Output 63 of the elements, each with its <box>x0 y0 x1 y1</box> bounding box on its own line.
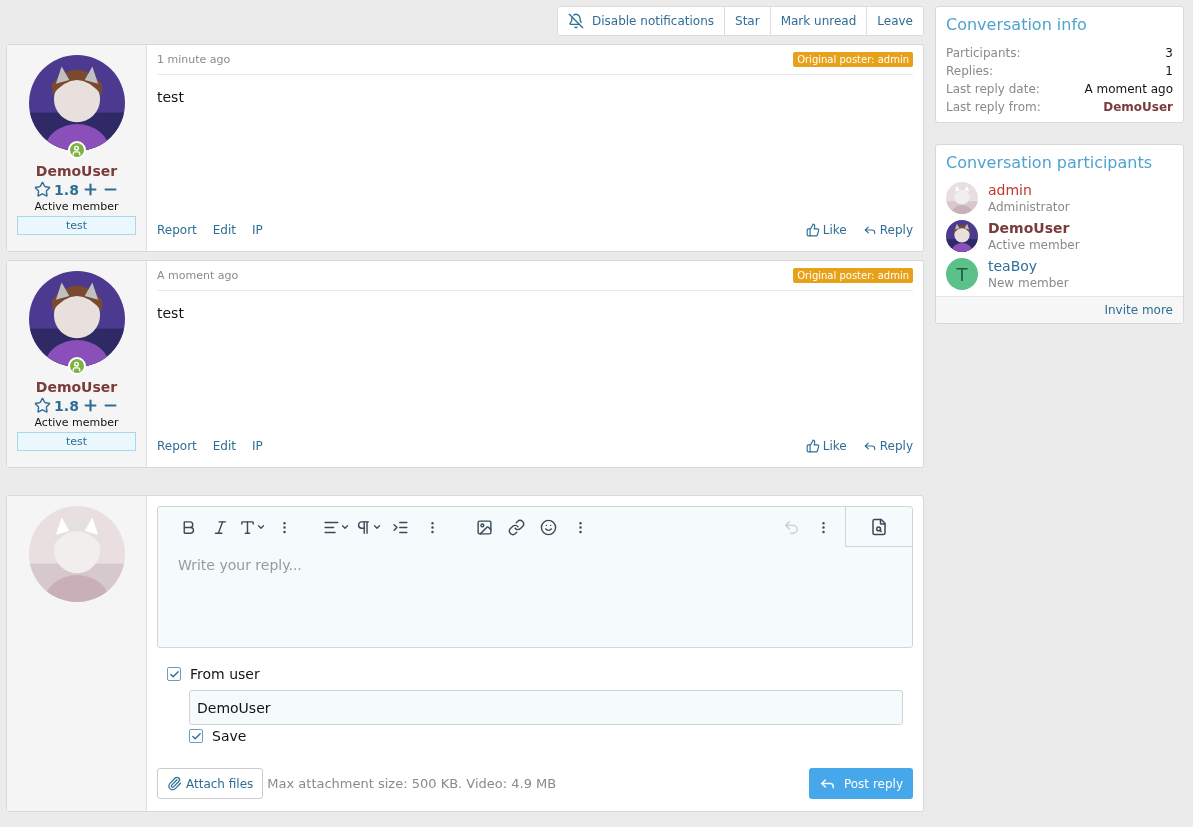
username[interactable]: DemoUser <box>35 379 118 395</box>
thumbs-up-icon <box>805 439 820 453</box>
username[interactable]: DemoUser <box>1103 98 1173 116</box>
participant-role: Administrator <box>988 200 1070 214</box>
message-time[interactable]: 1 minute ago <box>157 53 231 66</box>
message-text: test <box>157 304 185 323</box>
star-icon <box>34 397 52 414</box>
participant-name[interactable]: DemoUser <box>988 220 1080 236</box>
action-link[interactable]: IP <box>252 439 263 453</box>
reply-editor[interactable]: Write your reply... <box>157 506 913 648</box>
check-icon <box>190 730 202 742</box>
toolbar-button[interactable]: Disable notifications <box>558 7 725 35</box>
toolbar-button[interactable]: Mark unread <box>769 7 867 35</box>
message-text: test <box>157 88 185 107</box>
from-user-checkbox[interactable]: From user <box>167 666 913 682</box>
panel-title: Conversation participants <box>945 152 1154 174</box>
info-value: A moment ago <box>1084 81 1173 98</box>
thumbs-up-icon <box>805 223 820 237</box>
reply-link[interactable]: Reply <box>862 223 913 237</box>
participant-name[interactable]: teaBoy <box>988 258 1069 274</box>
poster-badge: Original poster: admin <box>793 52 913 67</box>
info-label: Replies: <box>946 63 994 80</box>
reply-arrow-icon <box>862 223 877 237</box>
rating-value: 1.8 <box>54 397 79 414</box>
like-link[interactable]: Like <box>805 439 847 453</box>
star-icon <box>34 181 52 198</box>
info-value: 1 <box>1165 63 1173 80</box>
poster-badge: Original poster: admin <box>793 268 913 283</box>
action-link[interactable]: Report <box>157 223 197 237</box>
panel-title: Conversation info <box>945 14 1088 36</box>
plus-icon[interactable] <box>81 181 99 198</box>
toolbar-button[interactable]: Star <box>724 7 770 35</box>
info-label: Last reply date: <box>946 81 1040 98</box>
action-link[interactable]: Report <box>157 439 197 453</box>
username[interactable]: DemoUser <box>35 163 118 179</box>
info-value: 3 <box>1165 45 1173 62</box>
reply-arrow-icon <box>862 439 877 453</box>
participant-name[interactable]: admin <box>988 182 1070 198</box>
save-checkbox[interactable]: Save <box>189 728 913 744</box>
check-icon <box>168 668 180 680</box>
paperclip-icon <box>167 776 182 791</box>
user-banner: test <box>17 216 136 235</box>
message-time[interactable]: A moment ago <box>157 269 239 282</box>
user-title: Active member <box>34 416 119 429</box>
attach-button[interactable]: Attach files <box>157 768 264 799</box>
plus-icon[interactable] <box>81 397 99 414</box>
bell-off-icon <box>568 13 584 29</box>
participant-role: New member <box>988 276 1069 290</box>
username-field[interactable]: DemoUser <box>189 690 903 725</box>
info-label: Participants: <box>946 45 1021 62</box>
info-label: Last reply from: <box>946 99 1041 116</box>
user-banner: test <box>17 432 136 451</box>
toolbar-button[interactable]: Leave <box>866 7 923 35</box>
participant-role: Active member <box>988 238 1080 252</box>
action-link[interactable]: Edit <box>212 439 237 453</box>
user-title: Active member <box>34 200 119 213</box>
reply-link[interactable]: Reply <box>862 439 913 453</box>
avatar-letter: T <box>946 258 978 290</box>
action-link[interactable]: Edit <box>212 223 237 237</box>
attachment-limits: Max attachment size: 500 KB. Video: 4.9 MB <box>267 776 558 791</box>
like-link[interactable]: Like <box>805 223 847 237</box>
rating-value: 1.8 <box>54 181 79 198</box>
action-link[interactable]: IP <box>252 223 263 237</box>
